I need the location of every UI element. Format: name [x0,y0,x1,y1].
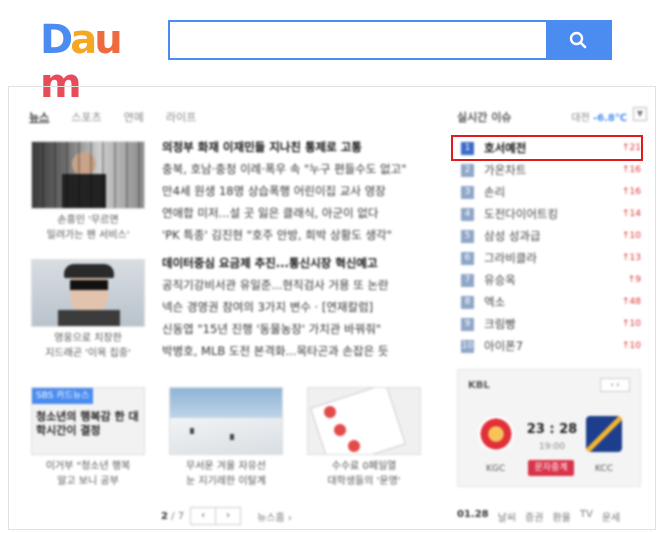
news-tabs: 뉴스 스포츠 연예 라이프 [29,109,196,125]
headline-link[interactable]: 공직기강비서관 유일준...현직검사 거용 또 논란 [162,275,424,296]
issue-keyword: 도전다이어트킹 [484,207,559,221]
team-name-home: KGC [486,464,506,474]
realtime-title: 실시간 이슈 [457,111,512,124]
rank-change: ↑13 [622,253,641,263]
news-thumbnail-1-caption[interactable]: 손흥민 '무르면 밀려가는 팬 서비스' [31,213,145,243]
rank-badge: 10 [461,339,474,353]
live-text-button[interactable]: 문자중계 [528,460,574,476]
issue-keyword: 그라비클라 [484,251,537,265]
highlight-box [451,135,643,161]
headline-link[interactable]: 박병호, MLB 도전 본격화...목타곤과 손잡은 듯 [162,341,424,362]
logo-letter-d: D [40,17,73,63]
daum-logo[interactable]: Daum [40,17,156,106]
rank-change: ↑48 [622,297,641,307]
list-item[interactable]: 2 가온차트 ↑16 [457,159,647,181]
pager-current: 2 / 7 [161,510,185,522]
headline-link[interactable]: 의정부 화재 이재민들 지나친 통제로 고통 [162,137,424,158]
issue-keyword: 유승옥 [484,273,516,287]
kbl-nav-buttons[interactable]: ‹ › [600,378,630,392]
team-name-away: KCC [595,464,613,474]
headline-link[interactable]: 충북, 호남·충청 이례·폭우 속 "누구 편들수도 없고" [162,159,424,180]
list-item[interactable]: 8 엑소 ↑48 [457,291,647,313]
link-weather[interactable]: 날씨 [498,509,516,524]
rank-change: ↑16 [622,165,641,175]
kbl-title: KBL [468,380,490,391]
rank-badge: 6 [461,251,474,265]
weather-info[interactable]: 대전 -6.8℃ [571,109,627,124]
today-date: 01.28 [457,509,489,520]
news-thumbnail-2[interactable] [31,259,145,327]
list-item[interactable]: 3 손리 ↑16 [457,181,647,203]
news-pager: 2 / 7 ‹ › 뉴스홈 › [161,507,292,525]
headline-link[interactable]: 만4세 원생 18명 상습폭행 어린이집 교사 영장 [162,181,424,202]
headline-link[interactable]: 연애합 미저...설 곳 잃은 클래식, 아군이 없다 [162,203,424,224]
link-fortune[interactable]: 운세 [602,509,620,524]
tab-entertainment[interactable]: 연예 [124,109,144,125]
rank-change: ↑10 [622,341,641,351]
search-button[interactable] [546,22,610,58]
chevron-down-icon[interactable]: ▼ [633,107,647,121]
issue-keyword: 크림빵 [484,317,516,331]
issue-keyword: 삼성 성과급 [484,229,541,243]
news-card-3-caption[interactable]: 수수료 0페일열 대학생들의 '운명' [307,459,421,489]
rank-badge: 7 [461,273,474,287]
news-card-1[interactable]: SBS 카드뉴스 청소년의 행복감 한 대학시간이 결정 [31,387,145,455]
list-item[interactable]: 10 아이폰7 ↑10 [457,335,647,357]
search-box [168,20,612,60]
realtime-issue-list: 1 호서예전 ↑21 2 가온차트 ↑16 3 손리 ↑16 4 도전다이어트킹 ↑14 5 삼성… [457,137,647,357]
list-item[interactable]: 4 도전다이어트킹 ↑14 [457,203,647,225]
team-logo-away [586,416,622,452]
list-item[interactable]: 9 크림빵 ↑10 [457,313,647,335]
game-time: 19:00 [539,442,565,452]
rank-badge: 9 [461,317,474,331]
news-card-3[interactable] [307,387,421,455]
list-item[interactable]: 5 삼성 성과급 ↑10 [457,225,647,247]
search-input[interactable] [170,22,546,58]
bottom-links: 01.28 날씨 증권 환율 TV 운세 [457,509,620,524]
rank-badge: 8 [461,295,474,309]
pager-next-button[interactable]: › [215,507,242,525]
rank-change: ↑10 [622,319,641,329]
game-score: 23 : 28 [526,422,578,437]
kbl-score-widget[interactable]: KBL ‹ › 23 : 28 19:00 문자중계 KGC KCC [457,369,641,487]
link-stock[interactable]: 증권 [525,509,543,524]
list-item[interactable]: 6 그라비클라 ↑13 [457,247,647,269]
issue-keyword: 아이폰7 [484,339,524,353]
news-card-2-caption[interactable]: 무서운 겨울 자유선 눈 지기레한 이탈계 [169,459,283,489]
issue-keyword: 가온차트 [484,163,527,177]
link-exchange[interactable]: 환율 [552,509,570,524]
news-card-1-caption[interactable]: 이거부 "청소년 행복 알고 보니 공부 [31,459,145,489]
rank-badge: 4 [461,207,474,221]
rank-change: ↑14 [622,209,641,219]
rank-badge: 3 [461,185,474,199]
search-icon [569,31,587,49]
tab-sports[interactable]: 스포츠 [71,109,101,125]
issue-keyword: 손리 [484,185,506,199]
rank-change: ↑10 [622,231,641,241]
team-logo-home [478,416,514,452]
news-thumbnail-1[interactable] [31,141,145,209]
issue-keyword: 엑소 [484,295,506,309]
headline-link[interactable]: 데이터중심 요금제 추진...통신시장 혁신예고 [162,253,424,274]
headline-link[interactable]: 'PK 특종' 김진현 "호주 안방, 희박 상황도 생각" [162,225,424,246]
link-tv[interactable]: TV [580,509,593,524]
card-badge: SBS 카드뉴스 [32,388,94,404]
news-thumbnail-2-caption[interactable]: 영웅으로 치장한 지드래곤 '이목 집중' [31,331,145,361]
rank-change: ↑16 [622,187,641,197]
tab-life[interactable]: 라이프 [166,109,196,125]
rank-badge: 2 [461,163,474,177]
headline-link[interactable]: 신동엽 "15년 진행 '동물농장' 가치관 바꿔줘" [162,319,424,340]
headline-link[interactable]: 넥슨 경영권 참여의 3가지 변수 · [연재칼럼] [162,297,424,318]
logo-letter-a: a [70,17,97,63]
news-card-2[interactable] [169,387,283,455]
rank-change: ↑9 [627,275,641,285]
content-panel: 뉴스 스포츠 연예 라이프 손흥민 '무르면 밀려가는 팬 서비스' 영웅으로 … [8,86,656,530]
tab-news[interactable]: 뉴스 [29,109,49,125]
news-home-link[interactable]: 뉴스홈 › [257,509,292,524]
pager-prev-button[interactable]: ‹ [190,507,217,525]
list-item[interactable]: 7 유승옥 ↑9 [457,269,647,291]
logo-letter-u: u [94,17,123,63]
rank-badge: 5 [461,229,474,243]
card-overlay-text: 청소년의 행복감 한 대학시간이 결정 [36,410,139,437]
